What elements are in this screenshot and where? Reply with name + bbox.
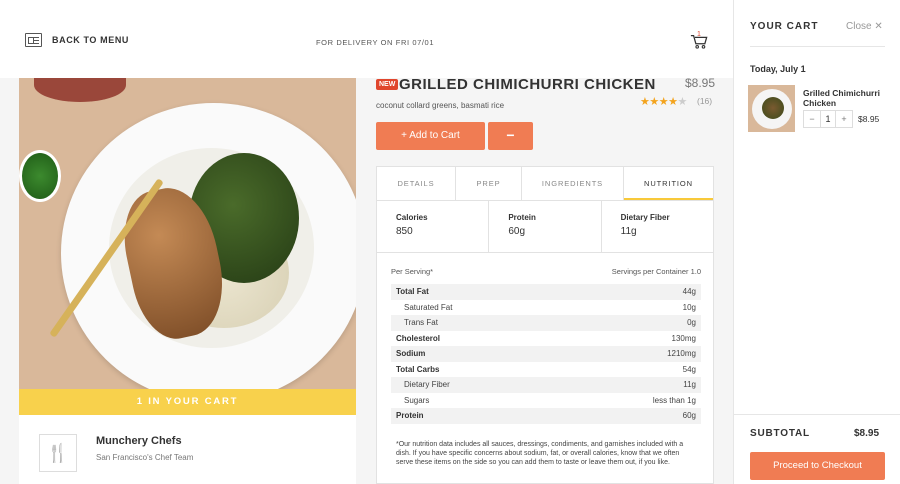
fork-knife-icon: 🍴 [39,434,77,472]
star-rating: ★★★★★ [640,96,687,108]
in-cart-banner: 1 IN YOUR CART [19,389,356,415]
info-panel: DETAILS PREP INGREDIENTS NUTRITION Calor… [376,166,714,484]
cart-date: Today, July 1 [750,64,806,74]
nutrition-row: Protein 60g [391,408,701,424]
back-to-menu-link[interactable]: BACK TO MENU [25,33,129,47]
back-to-menu-label: BACK TO MENU [52,35,130,45]
cart-item-thumbnail [748,85,795,132]
close-cart-button[interactable]: Close ✕ [846,21,883,32]
divider [750,46,885,47]
subtotal-label: SUBTOTAL [750,428,810,439]
nutrition-row: Trans Fat 0g [391,315,701,331]
nutrient-name: Total Carbs [396,364,440,374]
qty-decrease-button[interactable]: − [804,111,820,127]
product-description: coconut collard greens, basmati rice [376,101,505,110]
nutrition-row: Sugars less than 1g [391,393,701,409]
macro-label: Calories [396,213,428,222]
chef-team: San Francisco's Chef Team [96,453,194,462]
wine-glass [34,78,126,102]
chef-name: Munchery Chefs [96,435,182,447]
cart-title: YOUR CART [750,21,819,32]
nutrient-name: Trans Fat [404,318,438,327]
subtotal-value: $8.95 [854,428,880,439]
main-area: BACK TO MENU FOR DELIVERY ON FRI 07/01 1… [0,0,733,484]
cart-item-name: Grilled Chimichurri Chicken [803,88,880,108]
product-price: $8.95 [685,76,716,90]
nutrient-name: Cholesterol [396,333,441,343]
nutrient-value: 44g [682,287,696,296]
nutrient-value: 60g [682,411,696,420]
nutrition-table: Per Serving* Servings per Container 1.0 … [391,267,701,424]
nutrition-row: Sodium 1210mg [391,346,701,362]
nutrient-value: 130mg [671,333,696,343]
nutrient-name: Sugars [404,395,430,405]
macro-calories: Calories 850 [377,201,490,252]
checkout-button[interactable]: Proceed to Checkout [750,452,885,480]
macro-value: 60g [508,226,526,237]
nutrient-value: 0g [687,318,696,327]
tab-prep[interactable]: PREP [456,167,522,200]
nutrition-row: Total Carbs 54g [391,362,701,378]
macro-summary: Calories 850 Protein 60g Dietary Fiber 1… [377,201,713,253]
cart-sidebar: YOUR CART Close ✕ Today, July 1 Grilled … [733,0,900,484]
nutrient-name: Saturated Fat [404,302,453,312]
delivery-date: FOR DELIVERY ON FRI 07/01 [316,38,435,47]
nutrient-value: 1210mg [667,349,696,358]
nutrient-name: Dietary Fiber [404,380,450,389]
info-tabs: DETAILS PREP INGREDIENTS NUTRITION [377,167,713,201]
nutrition-row: Total Fat 44g [391,284,701,300]
macro-fiber: Dietary Fiber 11g [602,201,713,252]
nutrient-value: 10g [682,302,696,312]
macro-value: 11g [620,226,637,237]
nutrient-name: Sodium [396,349,426,358]
macro-label: Dietary Fiber [620,213,670,222]
macro-label: Protein [508,213,536,222]
cart-count-badge: 1 [697,31,701,38]
macro-value: 850 [396,226,413,237]
top-bar: BACK TO MENU FOR DELIVERY ON FRI 07/01 1 [0,0,733,78]
review-count: (16) [697,96,713,106]
macro-protein: Protein 60g [489,201,602,252]
nutrition-header: Per Serving* Servings per Container 1.0 [391,267,701,276]
menu-icon [25,33,42,47]
dish-photo [19,78,356,389]
nutrient-value: less than 1g [652,395,696,405]
nutrient-name: Total Fat [396,287,429,296]
nutrition-row: Saturated Fat 10g [391,300,701,316]
nutrient-value: 54g [682,364,696,374]
tab-details[interactable]: DETAILS [377,167,456,200]
per-serving-label: Per Serving* [391,267,434,276]
remove-from-cart-button[interactable]: − [488,122,533,150]
chimichurri-sauce [19,150,61,202]
nutrition-row: Cholesterol 130mg [391,331,701,347]
product-title: GRILLED CHIMICHURRI CHICKEN [399,76,656,93]
nutrition-row: Dietary Fiber 11g [391,377,701,393]
add-to-cart-button[interactable]: + Add to Cart [376,122,485,150]
new-badge: NEW [376,79,399,90]
quantity-stepper: − 1 + [803,110,853,128]
tab-nutrition[interactable]: NUTRITION [624,167,713,200]
nutrient-name: Protein [396,411,424,420]
chef-card: 🍴 Munchery Chefs San Francisco's Chef Te… [19,415,356,484]
servings-label: Servings per Container 1.0 [611,267,701,276]
tab-ingredients[interactable]: INGREDIENTS [522,167,624,200]
qty-increase-button[interactable]: + [836,111,852,127]
nutrition-footnote: *Our nutrition data includes all sauces,… [396,441,684,466]
cart-item-price: $8.95 [858,114,880,124]
nutrient-value: 11g [683,380,696,389]
qty-value[interactable]: 1 [820,111,836,127]
nutrition-rows: Total Fat 44g Saturated Fat 10g Trans Fat 0g C… [391,284,701,424]
